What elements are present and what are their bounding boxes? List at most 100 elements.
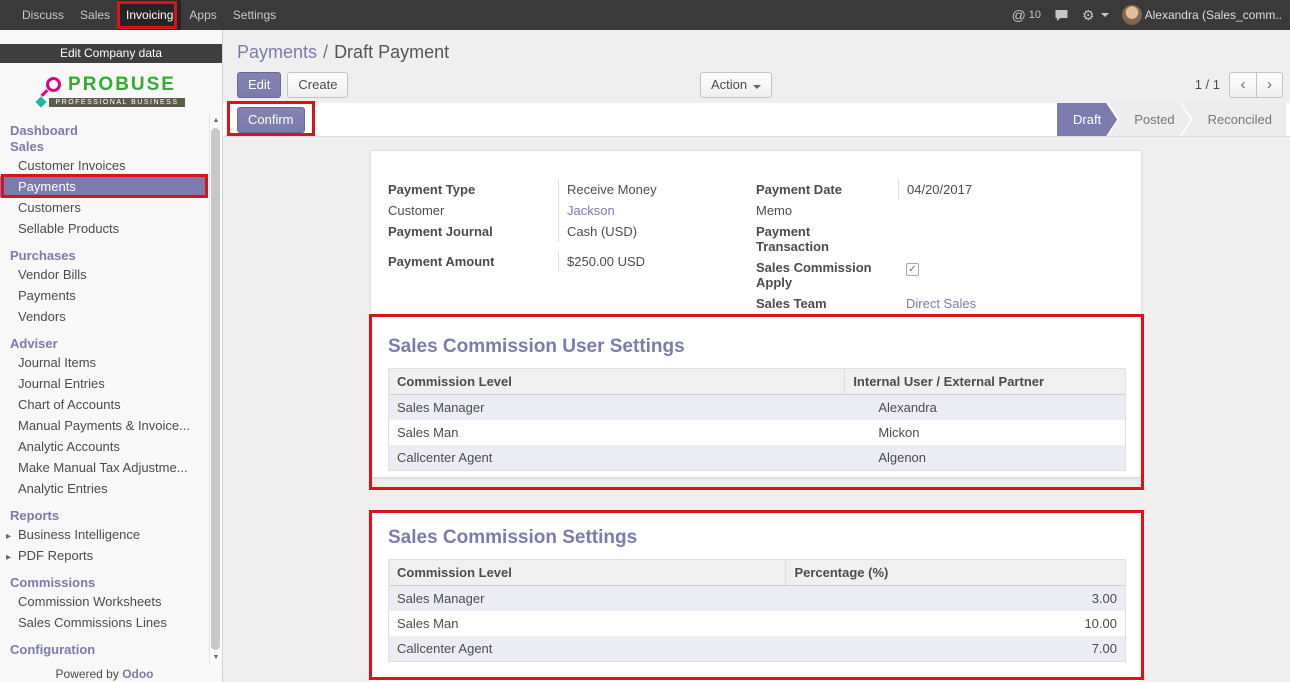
create-button[interactable]: Create	[287, 72, 348, 98]
status-step-reconciled[interactable]: Reconciled	[1182, 103, 1286, 136]
status-step-posted[interactable]: Posted	[1108, 103, 1190, 136]
user-menu[interactable]: Alexandra (Sales_comm..	[1122, 5, 1282, 25]
sidebar-item-make-manual-tax-adjustme[interactable]: Make Manual Tax Adjustme...	[0, 457, 208, 478]
sidebar-item-label: Vendor Bills	[18, 267, 87, 282]
column-header-commission-level[interactable]: Commission Level	[389, 369, 845, 395]
powered-by-text: Powered by	[55, 667, 118, 681]
sidebar-item-label: Analytic Accounts	[18, 439, 120, 454]
statusbar: DraftPostedReconciled	[1057, 103, 1286, 136]
edit-button[interactable]: Edit	[237, 72, 281, 98]
field-value-sales-team[interactable]: Direct Sales	[898, 293, 1124, 314]
sidebar-section-commissions[interactable]: Commissions	[0, 575, 208, 591]
sidebar-item-vendor-bills[interactable]: Vendor Bills	[0, 264, 208, 285]
gear-icon: ⚙	[1082, 8, 1095, 22]
breadcrumb: Payments / Draft Payment	[223, 30, 1290, 66]
sidebar-item-pdf-reports[interactable]: ▸PDF Reports	[0, 545, 208, 566]
status-step-draft[interactable]: Draft	[1057, 103, 1117, 136]
table-header-row: Commission LevelInternal User / External…	[389, 369, 1125, 395]
sidebar-item-payments[interactable]: Payments	[0, 176, 208, 197]
messages-button[interactable]	[1054, 9, 1069, 22]
scrollbar-thumb[interactable]	[211, 128, 220, 650]
column-header-percentage[interactable]: Percentage (%)	[786, 560, 1125, 586]
topbar-menu-invoicing[interactable]: Invoicing	[118, 0, 181, 30]
field-label-payment-date: Payment Date	[756, 179, 898, 200]
table-row[interactable]: Sales Manager3.00	[389, 586, 1125, 611]
sidebar-section-configuration[interactable]: Configuration	[0, 642, 208, 658]
sidebar-section-dashboard[interactable]: Dashboard	[0, 123, 208, 139]
sidebar-item-label: Sellable Products	[18, 221, 119, 236]
scroll-down-icon[interactable]: ▼	[210, 651, 222, 665]
sidebar-item-analytic-entries[interactable]: Analytic Entries	[0, 478, 208, 499]
breadcrumb-separator: /	[323, 42, 328, 62]
form-left-column: Payment TypeReceive MoneyCustomerJackson…	[388, 179, 756, 314]
sidebar-item-analytic-accounts[interactable]: Analytic Accounts	[0, 436, 208, 457]
sidebar-item-journal-entries[interactable]: Journal Entries	[0, 373, 208, 394]
breadcrumb-payments-link[interactable]: Payments	[237, 42, 317, 62]
sidebar-item-sales-commissions-lines[interactable]: Sales Commissions Lines	[0, 612, 208, 633]
pager-previous-button[interactable]: ‹	[1229, 72, 1256, 98]
avatar	[1122, 5, 1142, 25]
activities-menu[interactable]: ⚙	[1082, 8, 1109, 22]
edit-company-button[interactable]: Edit Company data	[0, 44, 222, 63]
field-payment-type: Payment TypeReceive Money	[388, 179, 756, 200]
action-dropdown[interactable]: Action	[700, 72, 772, 98]
systray: @ 10 ⚙ Alexandra (Sales_comm..	[1012, 0, 1290, 30]
column-header-commission-level[interactable]: Commission Level	[389, 560, 786, 586]
field-value-customer[interactable]: Jackson	[558, 200, 756, 221]
topbar-menu-discuss[interactable]: Discuss	[14, 0, 72, 30]
table-cell: Sales Manager	[389, 586, 786, 611]
column-header-internal-user-external-partner[interactable]: Internal User / External Partner	[845, 369, 1125, 395]
table-cell: Callcenter Agent	[389, 445, 845, 470]
table-row[interactable]: Sales ManMickon	[389, 420, 1125, 445]
sidebar-item-label: Sales Commissions Lines	[18, 615, 167, 630]
sidebar-scrollbar[interactable]: ▲ ▼	[209, 114, 222, 665]
sales-commission-apply-checkbox[interactable]: ✓	[906, 263, 919, 276]
sidebar-item-payments[interactable]: Payments	[0, 285, 208, 306]
sidebar-item-vendors[interactable]: Vendors	[0, 306, 208, 327]
mention-counter[interactable]: @ 10	[1012, 7, 1041, 23]
user-settings-table: Commission LevelInternal User / External…	[388, 368, 1126, 471]
table-row[interactable]: Callcenter AgentAlgenon	[389, 445, 1125, 470]
table-header-row: Commission LevelPercentage (%)	[389, 560, 1125, 586]
sidebar-item-label: Commission Worksheets	[18, 594, 162, 609]
field-label-memo: Memo	[756, 200, 898, 221]
table-cell: 3.00	[786, 586, 1125, 611]
sidebar-item-label: Vendors	[18, 309, 66, 324]
sidebar-section-purchases[interactable]: Purchases	[0, 248, 208, 264]
sidebar-item-manual-payments-invoice[interactable]: Manual Payments & Invoice...	[0, 415, 208, 436]
field-payment-amount: Payment Amount$250.00 USD	[388, 251, 756, 272]
table-row[interactable]: Sales Man10.00	[389, 611, 1125, 636]
payment-form-sheet: Payment TypeReceive MoneyCustomerJackson…	[370, 150, 1142, 478]
sidebar-section-reports[interactable]: Reports	[0, 508, 208, 524]
sidebar-item-journal-items[interactable]: Journal Items	[0, 352, 208, 373]
odoo-link[interactable]: Odoo	[122, 667, 153, 681]
field-sales-commission-apply: Sales Commission Apply✓	[756, 257, 1124, 293]
sidebar-item-customers[interactable]: Customers	[0, 197, 208, 218]
sidebar-item-customer-invoices[interactable]: Customer Invoices	[0, 155, 208, 176]
sidebar-item-label: PDF Reports	[18, 548, 93, 563]
sidebar-item-chart-of-accounts[interactable]: Chart of Accounts	[0, 394, 208, 415]
field-value-payment-date: 04/20/2017	[898, 179, 1124, 200]
field-value-payment-amount: $250.00 USD	[558, 251, 756, 272]
topbar-menu-apps[interactable]: Apps	[181, 0, 224, 30]
sidebar-section-adviser[interactable]: Adviser	[0, 336, 208, 352]
sidebar-item-commission-worksheets[interactable]: Commission Worksheets	[0, 591, 208, 612]
field-memo: Memo	[756, 200, 1124, 221]
field-label-payment-type: Payment Type	[388, 179, 558, 200]
field-label-payment-journal: Payment Journal	[388, 221, 558, 242]
sidebar-item-business-intelligence[interactable]: ▸Business Intelligence	[0, 524, 208, 545]
table-row[interactable]: Sales ManagerAlexandra	[389, 395, 1125, 420]
field-value-payment-transaction	[898, 221, 1124, 236]
main-area: Payments / Draft Payment Edit Create Actio…	[223, 30, 1290, 682]
breadcrumb-current: Draft Payment	[334, 42, 449, 62]
commission-settings-table: Commission LevelPercentage (%)Sales Mana…	[388, 559, 1126, 662]
topbar-menu-sales[interactable]: Sales	[72, 0, 118, 30]
scroll-up-icon[interactable]: ▲	[210, 114, 222, 128]
field-label-payment-transaction: Payment Transaction	[756, 221, 898, 257]
sidebar-section-sales[interactable]: Sales	[0, 139, 208, 155]
topbar-menu-settings[interactable]: Settings	[225, 0, 284, 30]
sidebar-item-sellable-products[interactable]: Sellable Products	[0, 218, 208, 239]
table-row[interactable]: Callcenter Agent7.00	[389, 636, 1125, 661]
confirm-button[interactable]: Confirm	[237, 107, 305, 133]
pager-next-button[interactable]: ›	[1256, 72, 1283, 98]
